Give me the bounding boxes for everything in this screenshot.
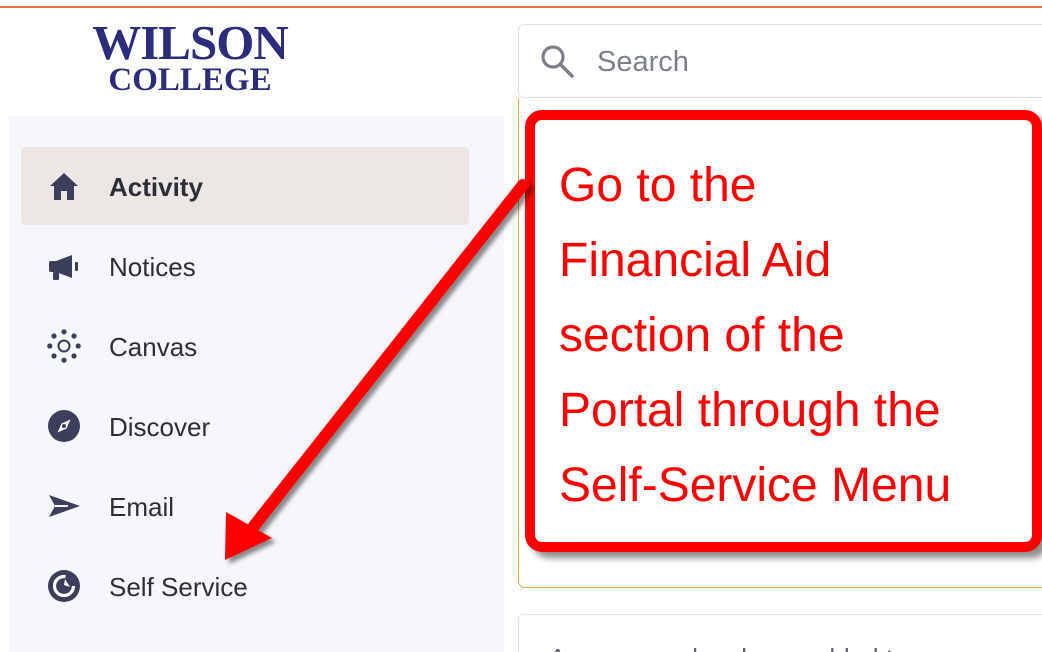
- annotation-line: Self-Service Menu: [559, 459, 952, 512]
- annotation-line: Go to the: [559, 159, 757, 212]
- sidebar-item-label: Discover: [109, 412, 211, 442]
- wilson-college-logo[interactable]: WILSON COLLEGE: [60, 18, 320, 108]
- annotation-text: Go to the Financial Aid section of the P…: [559, 148, 1042, 523]
- send-icon: [46, 488, 82, 524]
- annotation-line: section of the: [559, 309, 845, 362]
- notification-preview-text: A new page has been added to your m: [549, 643, 1042, 652]
- sidebar-item-label: Self Service: [109, 572, 248, 602]
- sidebar-item-discover[interactable]: Discover: [21, 387, 469, 465]
- self-service-icon: [46, 568, 82, 604]
- sidebar-item-label: Notices: [109, 252, 196, 282]
- annotation-line: Portal through the: [559, 384, 941, 437]
- search-input[interactable]: [597, 42, 1017, 82]
- sidebar-item-canvas[interactable]: Canvas: [21, 307, 469, 385]
- sidebar-item-activity[interactable]: Activity: [21, 147, 469, 225]
- sidebar-navigation: Activity Notices Canvas Discover Email S…: [9, 116, 504, 652]
- sidebar-item-notices[interactable]: Notices: [21, 227, 469, 305]
- sidebar-item-label: Canvas: [109, 332, 198, 362]
- sidebar-item-self-service[interactable]: Self Service: [21, 547, 469, 625]
- annotation-line: Financial Aid: [559, 234, 832, 287]
- compass-icon: [46, 408, 82, 444]
- home-icon: [46, 168, 82, 204]
- top-accent-rule: [0, 6, 1042, 8]
- sidebar-item-label: Activity: [109, 172, 203, 202]
- portal-screen: WILSON COLLEGE Activity: [0, 0, 1042, 652]
- annotation-callout: Go to the Financial Aid section of the P…: [525, 110, 1042, 552]
- logo-wordmark-line-1: WILSON: [92, 15, 289, 70]
- megaphone-icon: [46, 248, 82, 284]
- notification-card[interactable]: A new page has been added to your m: [518, 614, 1042, 652]
- canvas-icon: [46, 328, 82, 364]
- search-icon: [538, 42, 576, 80]
- sidebar-item-email[interactable]: Email: [21, 467, 469, 545]
- sidebar-item-label: Email: [109, 492, 175, 522]
- search-box[interactable]: [518, 24, 1042, 98]
